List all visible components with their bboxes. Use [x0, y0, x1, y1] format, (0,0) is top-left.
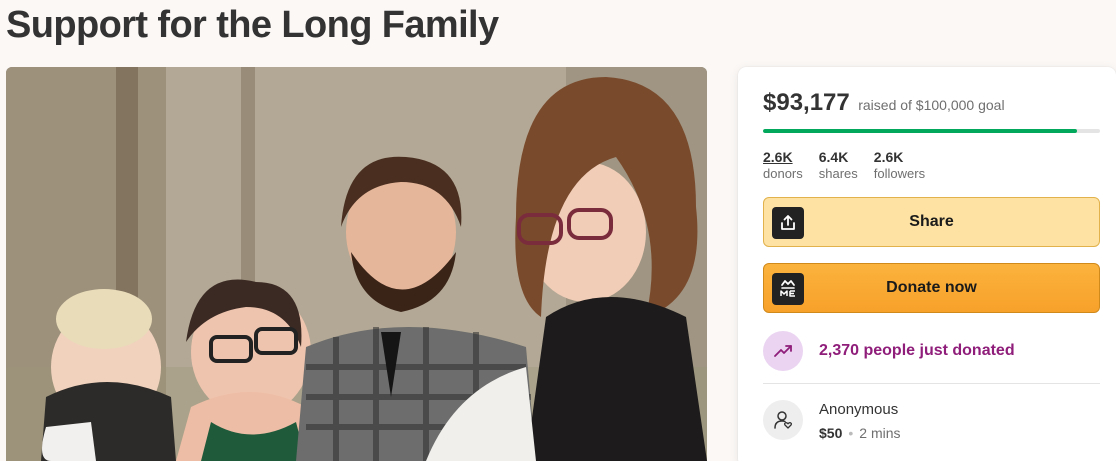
donation-card: $93,177 raised of $100,000 goal 2.6K don… [738, 67, 1116, 461]
share-upload-icon [772, 207, 804, 239]
donate-now-label: Donate now [886, 279, 977, 296]
separator-dot: • [848, 425, 854, 441]
stat-followers-value: 2.6K [873, 149, 904, 165]
progress-fill [763, 129, 1077, 133]
amount-raised: $93,177 [763, 89, 850, 116]
donation-amount: $50 [819, 425, 843, 441]
page-title: Support for the Long Family [6, 4, 499, 46]
stat-shares-label: shares [818, 166, 858, 181]
trending-up-icon [763, 331, 803, 371]
user-heart-icon [763, 400, 803, 440]
divider [763, 383, 1100, 384]
stat-donors[interactable]: 2.6K donors [763, 148, 803, 182]
stat-shares-value: 6.4K [818, 149, 849, 165]
donation-list-item: Anonymous $50 • 2 mins [763, 400, 901, 443]
stat-donors-value[interactable]: 2.6K [763, 148, 803, 166]
progress-bar [763, 129, 1100, 133]
stat-followers: 2.6K followers [874, 148, 925, 182]
donate-now-button[interactable]: Donate now [763, 263, 1100, 313]
donation-time: 2 mins [859, 425, 901, 441]
donor-info: Anonymous $50 • 2 mins [819, 400, 901, 443]
stat-shares: 6.4K shares [819, 148, 858, 182]
amount-row: $93,177 raised of $100,000 goal [763, 89, 1005, 117]
recent-donations-banner: 2,370 people just donated [763, 331, 1015, 371]
stat-followers-label: followers [873, 166, 926, 181]
donor-name: Anonymous [819, 401, 899, 418]
share-button-label: Share [909, 213, 954, 230]
campaign-stats: 2.6K donors 6.4K shares 2.6K followers [763, 148, 925, 182]
recent-donations-text: 2,370 people just donated [819, 342, 1015, 359]
donor-meta: $50 • 2 mins [819, 423, 901, 443]
share-button[interactable]: Share [763, 197, 1100, 247]
stat-donors-label: donors [763, 166, 803, 181]
hero-family-photo [6, 67, 707, 461]
gofundme-logo-icon [772, 273, 804, 305]
goal-text: raised of $100,000 goal [858, 97, 1005, 113]
